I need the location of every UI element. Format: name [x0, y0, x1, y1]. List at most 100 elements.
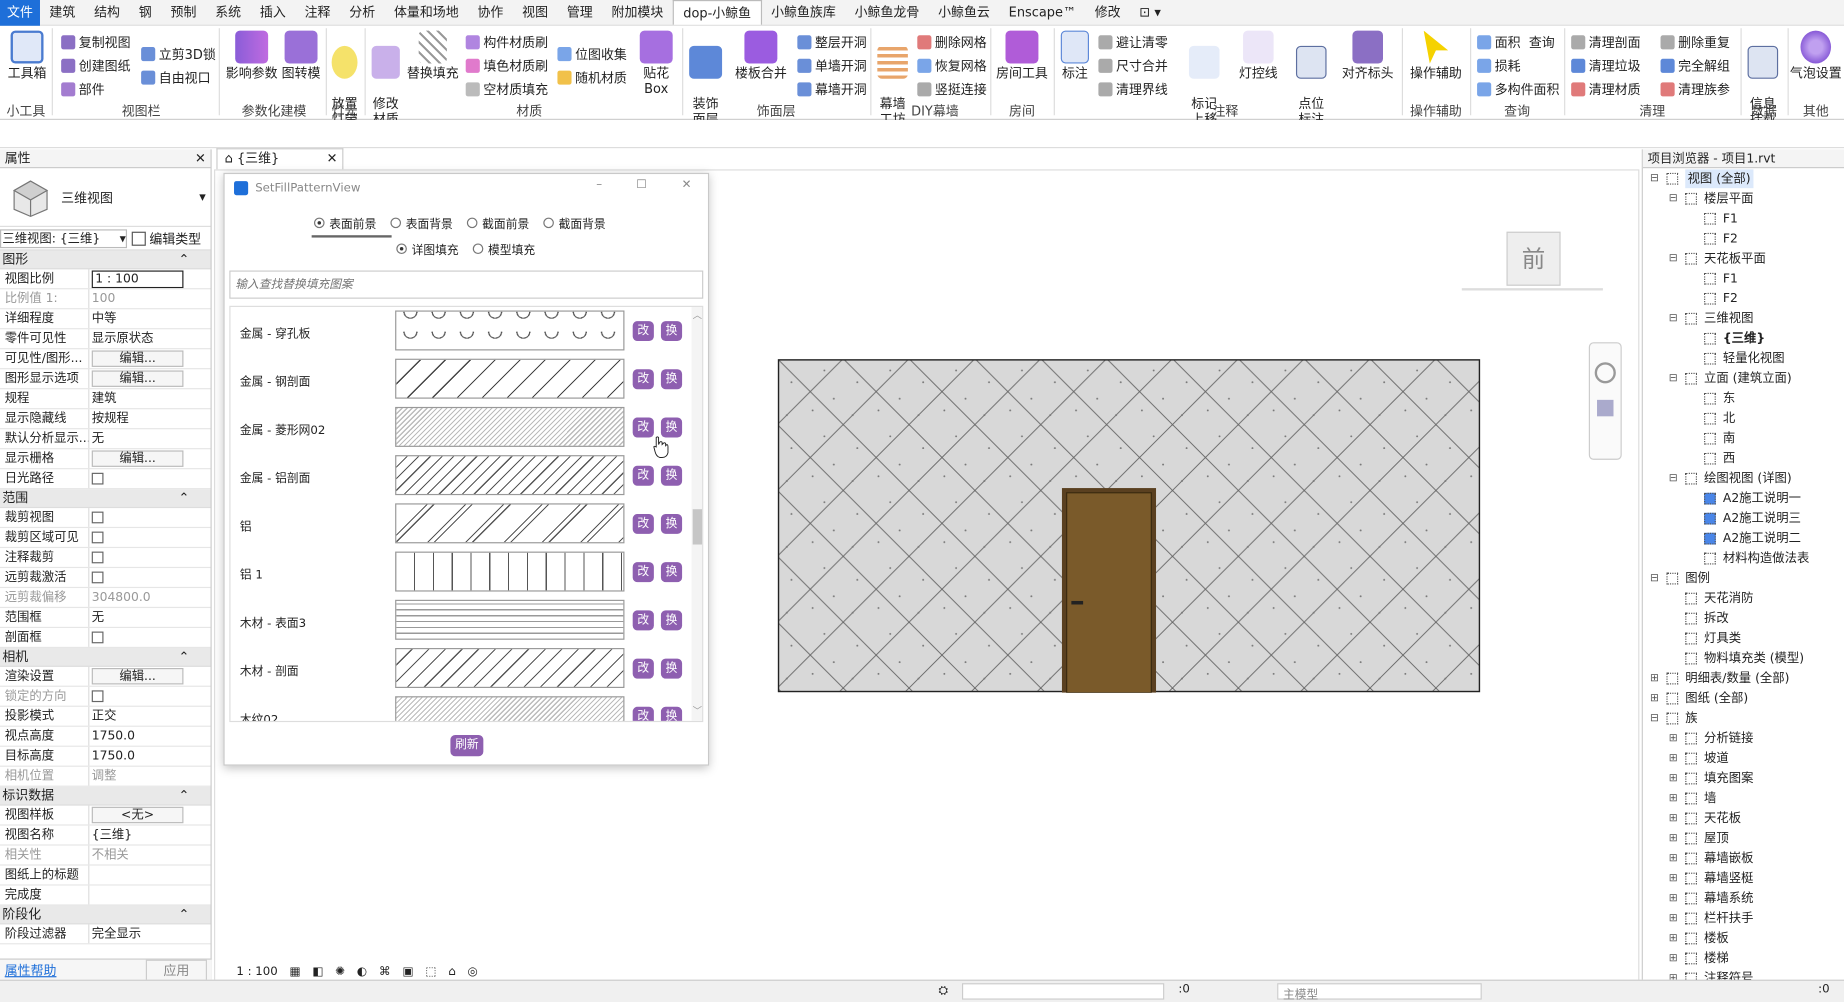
mullion-button[interactable]: 竖挺连接 [917, 80, 987, 99]
worksets-icon[interactable]: ⛭ [938, 984, 947, 997]
tree-item[interactable]: 拆改 [1704, 609, 1729, 628]
temp-hide-icon[interactable]: ◎ [467, 966, 477, 979]
property-row[interactable]: 相关性 不相关 [0, 845, 211, 866]
tree-expander-icon[interactable]: ⊞ [1669, 749, 1678, 768]
property-row[interactable]: 比例值 1: 100 [0, 289, 211, 310]
menu-tab-19[interactable]: 修改 [1085, 0, 1130, 25]
property-row[interactable]: 裁剪区域可见 [0, 528, 211, 549]
edit-pattern-button[interactable]: 改 [632, 513, 654, 534]
collapse-icon[interactable]: ⌃ [178, 251, 189, 269]
tree-expander-icon[interactable]: ⊞ [1669, 789, 1678, 808]
property-value[interactable]: 按规程 [89, 409, 210, 428]
swap-pattern-button[interactable]: 换 [660, 321, 683, 342]
minimize-icon[interactable]: – [596, 179, 602, 192]
property-value[interactable] [89, 628, 210, 647]
render-icon[interactable]: ⌘ [379, 966, 391, 979]
section-sec_camera[interactable]: 相机 ⌃ [0, 648, 211, 667]
tree-expander-icon[interactable]: ⊟ [1650, 169, 1659, 188]
sun-path-icon[interactable]: ✺ [335, 966, 345, 979]
tree-expander-icon[interactable]: ⊟ [1669, 189, 1678, 208]
comp-mat-button[interactable]: 构件材质刷 [465, 33, 548, 52]
property-value[interactable]: <无> [89, 806, 210, 825]
tree-item[interactable]: A2施工说明一 [1723, 489, 1801, 508]
edit-pattern-button[interactable]: 改 [632, 562, 654, 583]
loss-button[interactable]: 损耗 [1477, 56, 1521, 75]
collapse-icon[interactable]: ⌃ [178, 489, 189, 507]
radio-dot[interactable] [396, 243, 407, 255]
align-head-button[interactable]: 对齐标头 [1338, 30, 1397, 81]
design-option-dropdown[interactable]: 主模型 [1277, 983, 1482, 1002]
menu-tab-12[interactable]: 管理 [557, 0, 602, 25]
component-button[interactable]: 部件 [61, 80, 105, 99]
tree-expander-icon[interactable]: ⊟ [1650, 709, 1659, 728]
op-assist-button[interactable]: 操作辅助 [1407, 30, 1466, 81]
tree-item[interactable]: {三维} [1723, 329, 1765, 348]
property-row[interactable]: 默认分析显示... 无 [0, 429, 211, 450]
menu-tab-16[interactable]: 小鲸鱼龙骨 [845, 0, 928, 25]
property-row[interactable]: 远剪裁激活 [0, 568, 211, 589]
tree-item[interactable]: A2施工说明二 [1723, 529, 1801, 548]
tree-expander-icon[interactable]: ⊞ [1669, 769, 1678, 788]
menu-tab-20[interactable]: ⊡ ▾ [1130, 0, 1170, 25]
copy-view-button[interactable]: 复制视图 [61, 33, 131, 52]
menu-tab-18[interactable]: Enscape™ [999, 0, 1085, 25]
radio-dot[interactable] [466, 217, 478, 229]
checkbox[interactable] [91, 631, 104, 644]
menu-tab-1[interactable]: 建筑 [40, 0, 85, 25]
property-value[interactable]: 无 [89, 429, 210, 448]
tree-expander-icon[interactable]: ⊟ [1669, 249, 1678, 268]
property-value[interactable]: 调整 [89, 767, 210, 786]
clear-junk-button[interactable]: 清理垃圾 [1571, 56, 1641, 75]
checkbox[interactable] [91, 511, 104, 524]
full-ungroup-button[interactable]: 完全解组 [1660, 56, 1730, 75]
checkbox[interactable] [91, 690, 104, 703]
property-value[interactable]: 不相关 [89, 846, 210, 865]
tree-item[interactable]: 视图 (全部) [1685, 169, 1753, 189]
collapse-icon[interactable]: ⌃ [178, 906, 189, 924]
property-value[interactable]: 1750.0 [89, 747, 210, 766]
property-row[interactable]: 视点高度 1750.0 [0, 726, 211, 747]
property-value[interactable]: 1750.0 [89, 727, 210, 746]
toolbox-button[interactable]: 工具箱 [7, 30, 47, 81]
edit-pattern-button[interactable]: 改 [632, 417, 654, 438]
property-row[interactable]: 图形显示选项 编辑... [0, 369, 211, 390]
tree-item[interactable]: F1 [1723, 269, 1738, 288]
property-row[interactable]: 图纸上的标题 [0, 865, 211, 886]
menu-tab-7[interactable]: 注释 [295, 0, 340, 25]
swap-pattern-button[interactable]: 换 [660, 562, 683, 583]
edit-button[interactable]: 编辑... [91, 450, 184, 467]
apply-button[interactable]: 应用 [145, 959, 207, 981]
navigation-bar[interactable] [1588, 342, 1622, 460]
tree-item[interactable]: 三维视图 [1704, 309, 1753, 328]
tree-expander-icon[interactable]: ⊟ [1669, 469, 1678, 488]
dim-button[interactable]: 标注 [1058, 30, 1091, 81]
property-row[interactable]: 可见性/图形... 编辑... [0, 349, 211, 370]
floor-merge-button[interactable]: 楼板合并 [731, 30, 790, 81]
tree-expander-icon[interactable]: ⊞ [1669, 949, 1678, 968]
tree-item[interactable]: F2 [1723, 289, 1738, 308]
single-open-button[interactable]: 单墙开洞 [797, 56, 867, 75]
clear-mat-button[interactable]: 清理材质 [1571, 80, 1641, 99]
view-selector[interactable]: 三维视图: {三维} ▾ [0, 228, 128, 248]
property-row[interactable]: 视图比例 1 : 100 [0, 269, 211, 290]
clear-bound-button[interactable]: 清理界线 [1098, 80, 1168, 99]
property-value[interactable]: 编辑... [89, 449, 210, 468]
radio-option[interactable]: 表面前景 [313, 214, 376, 232]
menu-tab-17[interactable]: 小鲸鱼云 [929, 0, 1000, 25]
property-value[interactable] [89, 528, 210, 547]
replace-fill-button[interactable]: 替换填充 [407, 30, 459, 81]
property-row[interactable]: 锁定的方向 [0, 686, 211, 707]
checkbox[interactable] [91, 472, 104, 485]
lock3d-button[interactable]: 立剪3D锁 [141, 45, 216, 64]
edit-pattern-button[interactable]: 改 [632, 658, 654, 679]
radio-dot[interactable] [472, 243, 484, 255]
tree-item[interactable]: A2施工说明三 [1723, 509, 1801, 528]
edit-button[interactable]: 编辑... [91, 370, 184, 387]
tilebox-button[interactable]: 贴花Box [633, 30, 680, 96]
property-row[interactable]: 规程 建筑 [0, 389, 211, 410]
tree-item[interactable]: 北 [1723, 409, 1735, 428]
menu-tab-11[interactable]: 视图 [513, 0, 558, 25]
workset-dropdown[interactable] [961, 983, 1165, 1000]
property-value[interactable]: 编辑... [89, 667, 210, 686]
fill-mat-button[interactable]: 填色材质刷 [465, 56, 548, 75]
